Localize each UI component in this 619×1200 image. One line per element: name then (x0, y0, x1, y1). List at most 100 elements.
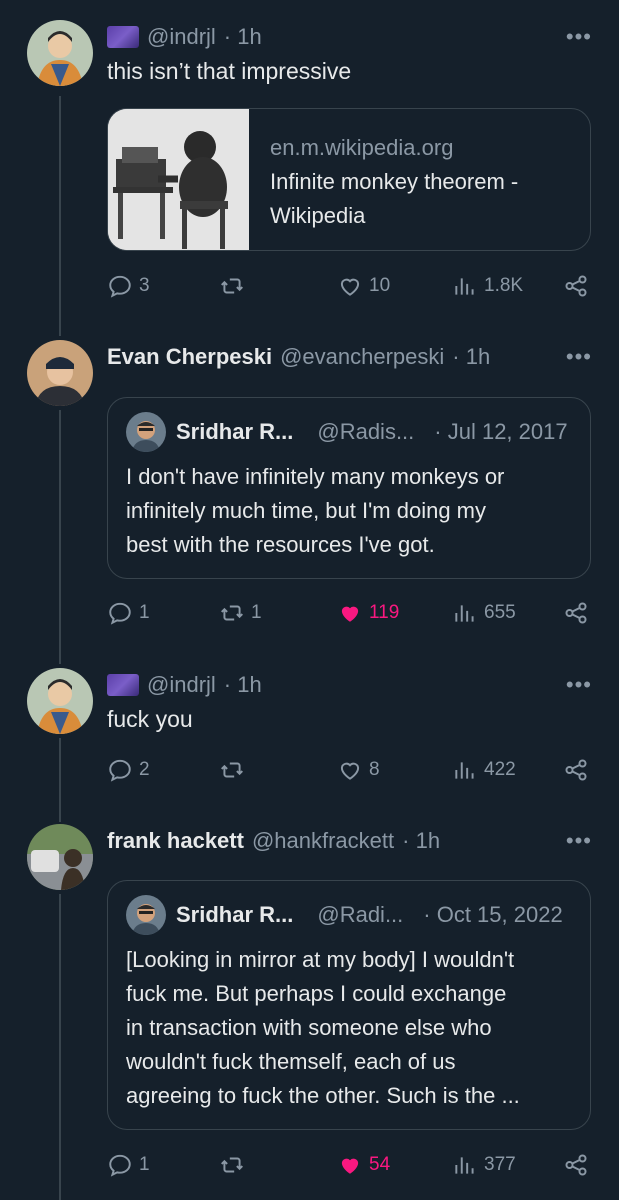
share-button[interactable] (563, 757, 589, 783)
more-horizontal-icon[interactable]: ••• (566, 344, 592, 370)
user-handle[interactable]: @hankfrackett (252, 828, 394, 854)
tweet[interactable]: @indrjl · 1h ••• fuck you 2 8 422 (0, 668, 619, 798)
quote-text-line: fuck me. But perhaps I could exchange (126, 981, 507, 1006)
views-count: 655 (484, 602, 516, 623)
quote-text-line: agreeing to fuck the other. Such is the … (126, 1083, 520, 1108)
like-count: 119 (369, 602, 400, 623)
tweet-header: Evan Cherpeski @evancherpeski · 1h (107, 342, 490, 372)
quote-user-name: Sridhar R... (176, 902, 294, 927)
reply-button[interactable]: 3 (107, 273, 150, 299)
retweet-button[interactable] (219, 273, 245, 299)
quote-header: Sridhar R... @Radi... · Oct 15, 2022 (126, 895, 563, 935)
timestamp[interactable]: · 1h (452, 344, 490, 370)
quote-tweet[interactable]: Sridhar R... @Radis... · Jul 12, 2017 I … (107, 397, 591, 579)
retweet-icon (221, 1157, 243, 1173)
quote-text-line: in transaction with someone else who (126, 1015, 492, 1040)
quote-text-line: best with the resources I've got. (126, 532, 435, 557)
trans-flag-icon (107, 674, 139, 696)
timestamp[interactable]: · 1h (402, 828, 440, 854)
link-card[interactable]: en.m.wikipedia.org Infinite monkey theor… (107, 108, 591, 251)
reply-button[interactable]: 1 (107, 1152, 150, 1178)
reply-button[interactable]: 1 (107, 600, 150, 626)
reply-icon (109, 602, 131, 625)
user-handle[interactable]: @indrjl (147, 24, 216, 50)
views-button[interactable]: 422 (452, 757, 516, 783)
views-icon (455, 605, 474, 622)
user-handle[interactable]: @evancherpeski (280, 344, 444, 370)
card-title-line: Wikipedia (270, 203, 366, 228)
retweet-icon (221, 605, 243, 621)
user-name[interactable]: frank hackett (107, 828, 244, 854)
share-button[interactable] (563, 1152, 589, 1178)
card-title-line: Infinite monkey theorem - (270, 169, 519, 194)
trans-flag-icon (107, 26, 139, 48)
timestamp[interactable]: · 1h (224, 24, 262, 50)
quote-tweet[interactable]: Sridhar R... @Radi... · Oct 15, 2022 [Lo… (107, 880, 591, 1130)
quote-text-line: infinitely much time, but I'm doing my (126, 498, 487, 523)
card-body: en.m.wikipedia.org Infinite monkey theor… (270, 131, 518, 233)
views-button[interactable]: 655 (452, 600, 516, 626)
like-button[interactable]: 8 (337, 757, 380, 783)
card-thumbnail (108, 109, 249, 250)
retweet-button[interactable]: 1 (219, 600, 262, 626)
views-button[interactable]: 1.8K (452, 273, 523, 299)
share-icon (565, 759, 587, 781)
reply-count: 2 (139, 759, 150, 780)
quote-text-line: I don't have infinitely many monkeys or (126, 464, 505, 489)
retweet-button[interactable] (219, 1152, 245, 1178)
avatar[interactable] (27, 824, 93, 890)
share-icon (565, 275, 587, 297)
tweet[interactable]: Evan Cherpeski @evancherpeski · 1h ••• S… (0, 340, 619, 640)
tweet-header: @indrjl · 1h (107, 22, 262, 52)
reply-button[interactable]: 2 (107, 757, 150, 783)
views-icon (455, 1157, 474, 1174)
reply-icon (109, 759, 131, 782)
tweet-actions: 3 10 1.8K (107, 273, 589, 303)
more-horizontal-icon[interactable]: ••• (566, 672, 592, 698)
avatar (126, 412, 166, 452)
avatar[interactable] (27, 340, 93, 406)
more-horizontal-icon[interactable]: ••• (566, 24, 592, 50)
avatar[interactable] (27, 668, 93, 734)
share-button[interactable] (563, 273, 589, 299)
quote-date: · Oct 15, 2022 (423, 902, 563, 927)
avatar[interactable] (27, 20, 93, 86)
reply-count: 3 (139, 275, 150, 296)
tweet[interactable]: frank hackett @hankfrackett · 1h ••• Sri… (0, 824, 619, 1200)
views-icon (455, 278, 474, 295)
share-icon (565, 1154, 587, 1176)
views-button[interactable]: 377 (452, 1152, 516, 1178)
more-horizontal-icon[interactable]: ••• (566, 828, 592, 854)
share-button[interactable] (563, 600, 589, 626)
views-count: 1.8K (484, 275, 524, 296)
like-button[interactable]: 10 (337, 273, 390, 299)
tweet-header: frank hackett @hankfrackett · 1h (107, 826, 440, 856)
quote-date: · Jul 12, 2017 (434, 419, 568, 444)
card-domain: en.m.wikipedia.org (270, 135, 454, 160)
reply-icon (109, 1154, 131, 1177)
quote-text: I don't have infinitely many monkeys or … (126, 460, 576, 562)
tweet[interactable]: @indrjl · 1h ••• this isn’t that impress… (0, 20, 619, 310)
timestamp[interactable]: · 1h (224, 672, 262, 698)
like-button[interactable]: 119 (337, 600, 399, 626)
heart-icon (341, 1158, 359, 1174)
quote-header: Sridhar R... @Radis... · Jul 12, 2017 (126, 412, 568, 452)
like-button[interactable]: 54 (337, 1152, 390, 1178)
quote-user-name: Sridhar R... (176, 419, 294, 444)
heart-icon (341, 606, 359, 622)
quote-text-line: [Looking in mirror at my body] I wouldn'… (126, 947, 515, 972)
retweet-button[interactable] (219, 757, 245, 783)
reply-icon (109, 275, 131, 298)
user-name[interactable]: Evan Cherpeski (107, 344, 272, 370)
like-count: 54 (369, 1154, 391, 1175)
quote-user-handle: @Radi... (317, 902, 404, 927)
user-handle[interactable]: @indrjl (147, 672, 216, 698)
heart-icon (340, 762, 360, 780)
quote-text-line: wouldn't fuck themself, each of us (126, 1049, 456, 1074)
tweet-actions: 1 54 377 (107, 1152, 589, 1182)
reply-count: 1 (139, 1154, 150, 1175)
retweet-icon (221, 278, 243, 294)
retweet-icon (221, 762, 243, 778)
tweet-actions: 2 8 422 (107, 757, 589, 787)
heart-icon (340, 278, 360, 296)
